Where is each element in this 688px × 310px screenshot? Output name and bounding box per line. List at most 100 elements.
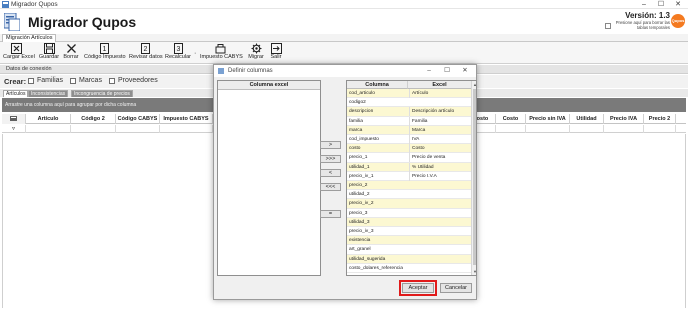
mapping-columna-cell[interactable]: utilidad_sugerida: [349, 255, 407, 264]
cabys-tax-button[interactable]: Impuesto CABYS: [200, 43, 243, 63]
scroll-down-icon[interactable]: ▼: [472, 268, 476, 275]
scroll-up-icon[interactable]: ▲: [472, 81, 476, 88]
mapping-columna-cell[interactable]: utilidad_2: [349, 190, 407, 199]
filter-cell[interactable]: [644, 125, 676, 133]
mapping-columna-cell[interactable]: utilidad_3: [349, 218, 407, 227]
mapping-columna-cell[interactable]: precio_1: [349, 153, 407, 162]
accept-button[interactable]: Aceptar: [402, 283, 434, 293]
mapping-row[interactable]: codigo2: [347, 98, 471, 108]
cancel-button[interactable]: Cancelar: [440, 283, 472, 293]
mapping-columna-cell[interactable]: utilidad_1: [349, 163, 407, 172]
scroll-thumb[interactable]: [473, 89, 476, 265]
mapping-row[interactable]: art_granel: [347, 245, 471, 255]
exit-button[interactable]: Salir: [268, 43, 284, 63]
tab-incongruencia-precios[interactable]: Incongruencia de precios: [71, 90, 133, 97]
filter-cell[interactable]: [526, 125, 570, 133]
mapping-excel-cell[interactable]: Precio I.V.A: [409, 171, 469, 181]
dialog-maximize-button[interactable]: ☐: [440, 65, 454, 77]
mapping-row[interactable]: marca Marca: [347, 125, 471, 135]
proveedores-checkbox[interactable]: [109, 78, 115, 84]
mapping-scrollbar[interactable]: ▲ ▼: [471, 81, 476, 275]
migrate-button[interactable]: Migrar: [246, 43, 266, 63]
filter-icon[interactable]: ▿: [2, 125, 26, 133]
mapping-columna-cell[interactable]: codigo2: [349, 98, 407, 107]
tab-migracion-articulos[interactable]: Migración Artículos: [2, 34, 57, 42]
grid-col-precio-iva[interactable]: Precio IVA: [604, 114, 644, 124]
mapping-columna-cell[interactable]: precio_3: [349, 209, 407, 218]
mapping-excel-cell[interactable]: % Utilidad: [409, 162, 469, 172]
dialog-close-button[interactable]: ✕: [458, 65, 472, 77]
excel-columns-list[interactable]: Columna excel: [217, 80, 321, 276]
filter-cell[interactable]: [116, 125, 160, 133]
mapping-row[interactable]: costo_dolares_referencia: [347, 264, 471, 273]
tab-articulos[interactable]: Artículos: [3, 90, 29, 97]
move-right-button[interactable]: >: [320, 141, 341, 149]
save-button[interactable]: Guardar: [38, 43, 60, 63]
grid-col-codigo2[interactable]: Código 2: [71, 114, 116, 124]
maximize-button[interactable]: ☐: [653, 0, 669, 9]
review-data-button[interactable]: 2 Revisar datos: [129, 43, 163, 63]
mapping-columna-cell[interactable]: familia: [349, 117, 407, 126]
filter-cell[interactable]: [604, 125, 644, 133]
mapping-row[interactable]: descripcion Descripción artículo: [347, 107, 471, 117]
close-window-button[interactable]: ✕: [670, 0, 686, 9]
mapping-row[interactable]: precio_2: [347, 181, 471, 191]
mapping-excel-cell[interactable]: IVA: [409, 135, 469, 144]
mapping-columna-cell[interactable]: costo: [349, 144, 407, 153]
delete-button[interactable]: Borrar: [62, 43, 80, 63]
grid-col-impuesto-cabys[interactable]: Impuesto CABYS: [160, 114, 213, 124]
mapping-row[interactable]: cod_articulo Artículo: [347, 89, 471, 99]
mapping-row[interactable]: utilidad_sugerida: [347, 254, 471, 264]
mapping-row[interactable]: precio_iv_1 Precio I.V.A: [347, 171, 471, 181]
grid-col-articulo[interactable]: Artículo: [26, 114, 71, 124]
grid-col-codigo-cabys[interactable]: Código CABYS: [116, 114, 160, 124]
mapping-row[interactable]: cod_impuesto IVA: [347, 135, 471, 145]
grid-col-costo-2[interactable]: Costo: [496, 114, 526, 124]
mapping-columna-cell[interactable]: precio_iv_3: [349, 227, 407, 236]
clear-temp-checkbox[interactable]: [605, 23, 611, 29]
filter-cell[interactable]: [570, 125, 604, 133]
load-excel-button[interactable]: Cargar Excel: [3, 43, 35, 63]
mapping-excel-cell[interactable]: Familia: [409, 116, 469, 126]
marcas-checkbox[interactable]: [70, 78, 76, 84]
mapping-row[interactable]: precio_3: [347, 209, 471, 218]
mapping-excel-cell[interactable]: Costo: [409, 144, 469, 154]
mapping-columna-cell[interactable]: costo_dolares_referencia: [349, 264, 407, 273]
mapping-columna-cell[interactable]: existencia: [349, 236, 407, 245]
familias-checkbox[interactable]: [28, 78, 34, 84]
mapping-columna-cell[interactable]: art_granel: [349, 245, 407, 254]
filter-cell[interactable]: [71, 125, 116, 133]
dialog-minimize-button[interactable]: –: [422, 65, 436, 77]
mapping-row[interactable]: utilidad_2: [347, 190, 471, 200]
mapping-row[interactable]: existencia: [347, 236, 471, 246]
mapping-columna-cell[interactable]: precio_iv_1: [349, 172, 407, 181]
mapping-row[interactable]: familia Familia: [347, 116, 471, 126]
match-button[interactable]: =: [320, 210, 341, 218]
mapping-columna-cell[interactable]: precio_iv_2: [349, 199, 407, 208]
mapping-excel-cell[interactable]: Descripción artículo: [409, 107, 469, 117]
grid-col-precio-sin-iva[interactable]: Precio sin IVA: [526, 114, 570, 124]
minimize-button[interactable]: –: [636, 0, 652, 9]
move-all-left-button[interactable]: <<<: [320, 183, 341, 191]
mapping-row[interactable]: utilidad_1% Utilidad: [347, 162, 471, 172]
move-left-button[interactable]: <: [320, 169, 341, 177]
mapping-columna-cell[interactable]: precio_2: [349, 181, 407, 190]
mapping-row[interactable]: costo Costo: [347, 144, 471, 154]
mapping-columna-cell[interactable]: descripcion: [349, 107, 407, 116]
filter-cell[interactable]: [160, 125, 213, 133]
row-selector-header[interactable]: [2, 114, 26, 124]
tax-code-button[interactable]: 1 Código Impuesto: [84, 43, 126, 63]
mapping-row[interactable]: utilidad_3: [347, 217, 471, 227]
mapping-row[interactable]: precio_1 Precio de venta: [347, 153, 471, 163]
mapping-excel-cell[interactable]: Artículo: [409, 89, 469, 98]
mapping-row[interactable]: precio_iv_3: [347, 227, 471, 237]
clear-temp-note[interactable]: Presione aquí para borrar las tablas tem…: [614, 20, 670, 30]
mapping-excel-cell[interactable]: Precio de venta: [409, 153, 469, 163]
recalculate-button[interactable]: 3 Recalcular: [164, 43, 192, 63]
mapping-excel-cell[interactable]: Marca: [409, 125, 469, 135]
filter-cell[interactable]: [496, 125, 526, 133]
move-all-right-button[interactable]: >>>: [320, 155, 341, 163]
tab-inconsistencias[interactable]: Inconsistencias: [28, 90, 69, 97]
filter-cell[interactable]: [26, 125, 71, 133]
mapping-row[interactable]: precio_iv_2: [347, 199, 471, 209]
